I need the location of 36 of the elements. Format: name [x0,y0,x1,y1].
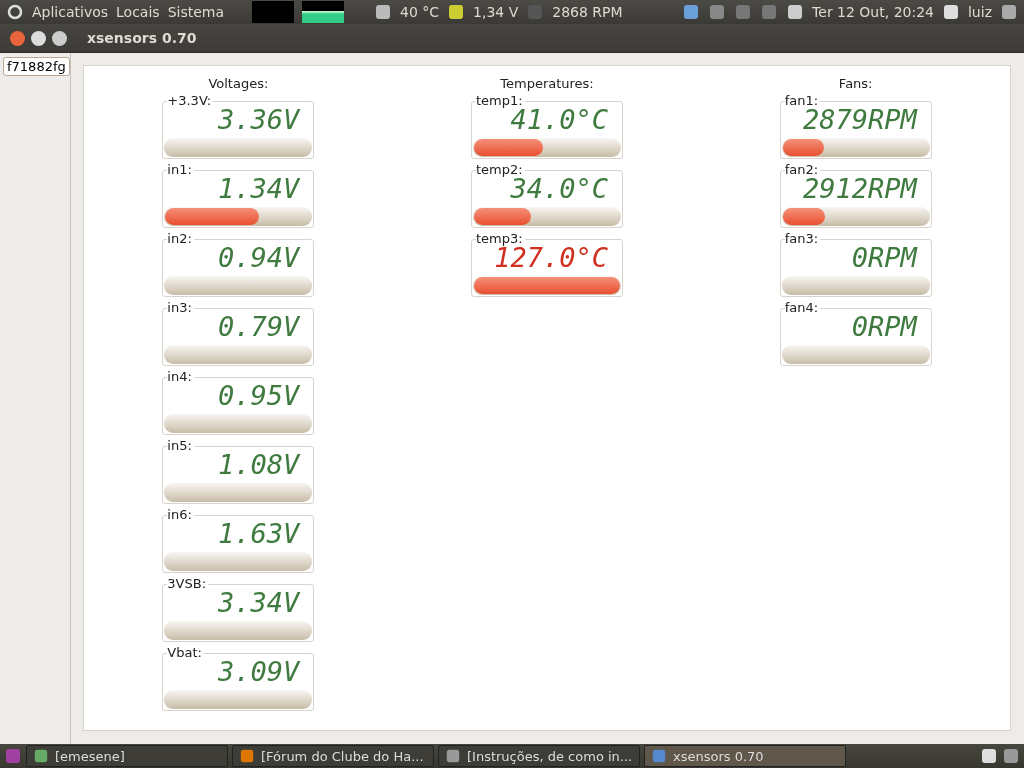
group-title: Fans: [838,76,873,91]
taskbar-button[interactable]: xsensors 0.70 [644,745,846,767]
sensor-label: temp3: [476,231,525,247]
sensor-label: temp1: [476,93,525,109]
sensor-reading: 0.79V [217,310,302,344]
cpu-graph [252,1,295,23]
sensor-reading: 3.36V [217,103,302,137]
group-title: Temperatures: [500,76,594,91]
taskbar-button[interactable]: [emesene] [26,745,228,767]
memory-graph [302,1,345,23]
sensor-indicator[interactable]: 40 °C [400,4,440,20]
window-title: xsensors 0.70 [87,30,197,46]
sensor-label: temp2: [476,162,525,178]
group-title: Voltages: [208,76,269,91]
sensor-reading: 1.08V [217,448,302,482]
sensor-reading: 0RPM [850,241,919,275]
sensor-reading: 0.94V [217,241,302,275]
menu-item[interactable]: Sistema [167,4,225,20]
sensor-reading: 3.34V [217,586,302,620]
menu-item[interactable]: Aplicativos [32,4,109,20]
taskbar-button[interactable]: [Instruções, de como in... [438,745,640,767]
maximize-button[interactable] [52,30,67,46]
sensor-reading: 0.95V [217,379,302,413]
sensor-reading: 1.63V [217,517,302,551]
minimize-button[interactable] [31,30,46,46]
user-name[interactable]: luiz [968,4,992,20]
sensor-reading: 3.09V [217,655,302,689]
clock[interactable]: Ter 12 Out, 20:24 [812,4,934,20]
sensor-indicator[interactable]: 1,34 V [473,4,519,20]
taskbar-button[interactable]: [Fórum do Clube do Ha... [232,745,434,767]
sensor-reading: 1.34V [217,172,302,206]
sensor-reading: 0RPM [850,310,919,344]
close-button[interactable] [10,30,25,46]
sensor-indicator[interactable]: 2868 RPM [552,4,623,20]
tab[interactable]: f71882fg [3,57,70,76]
menu-item[interactable]: Locais [116,4,160,20]
